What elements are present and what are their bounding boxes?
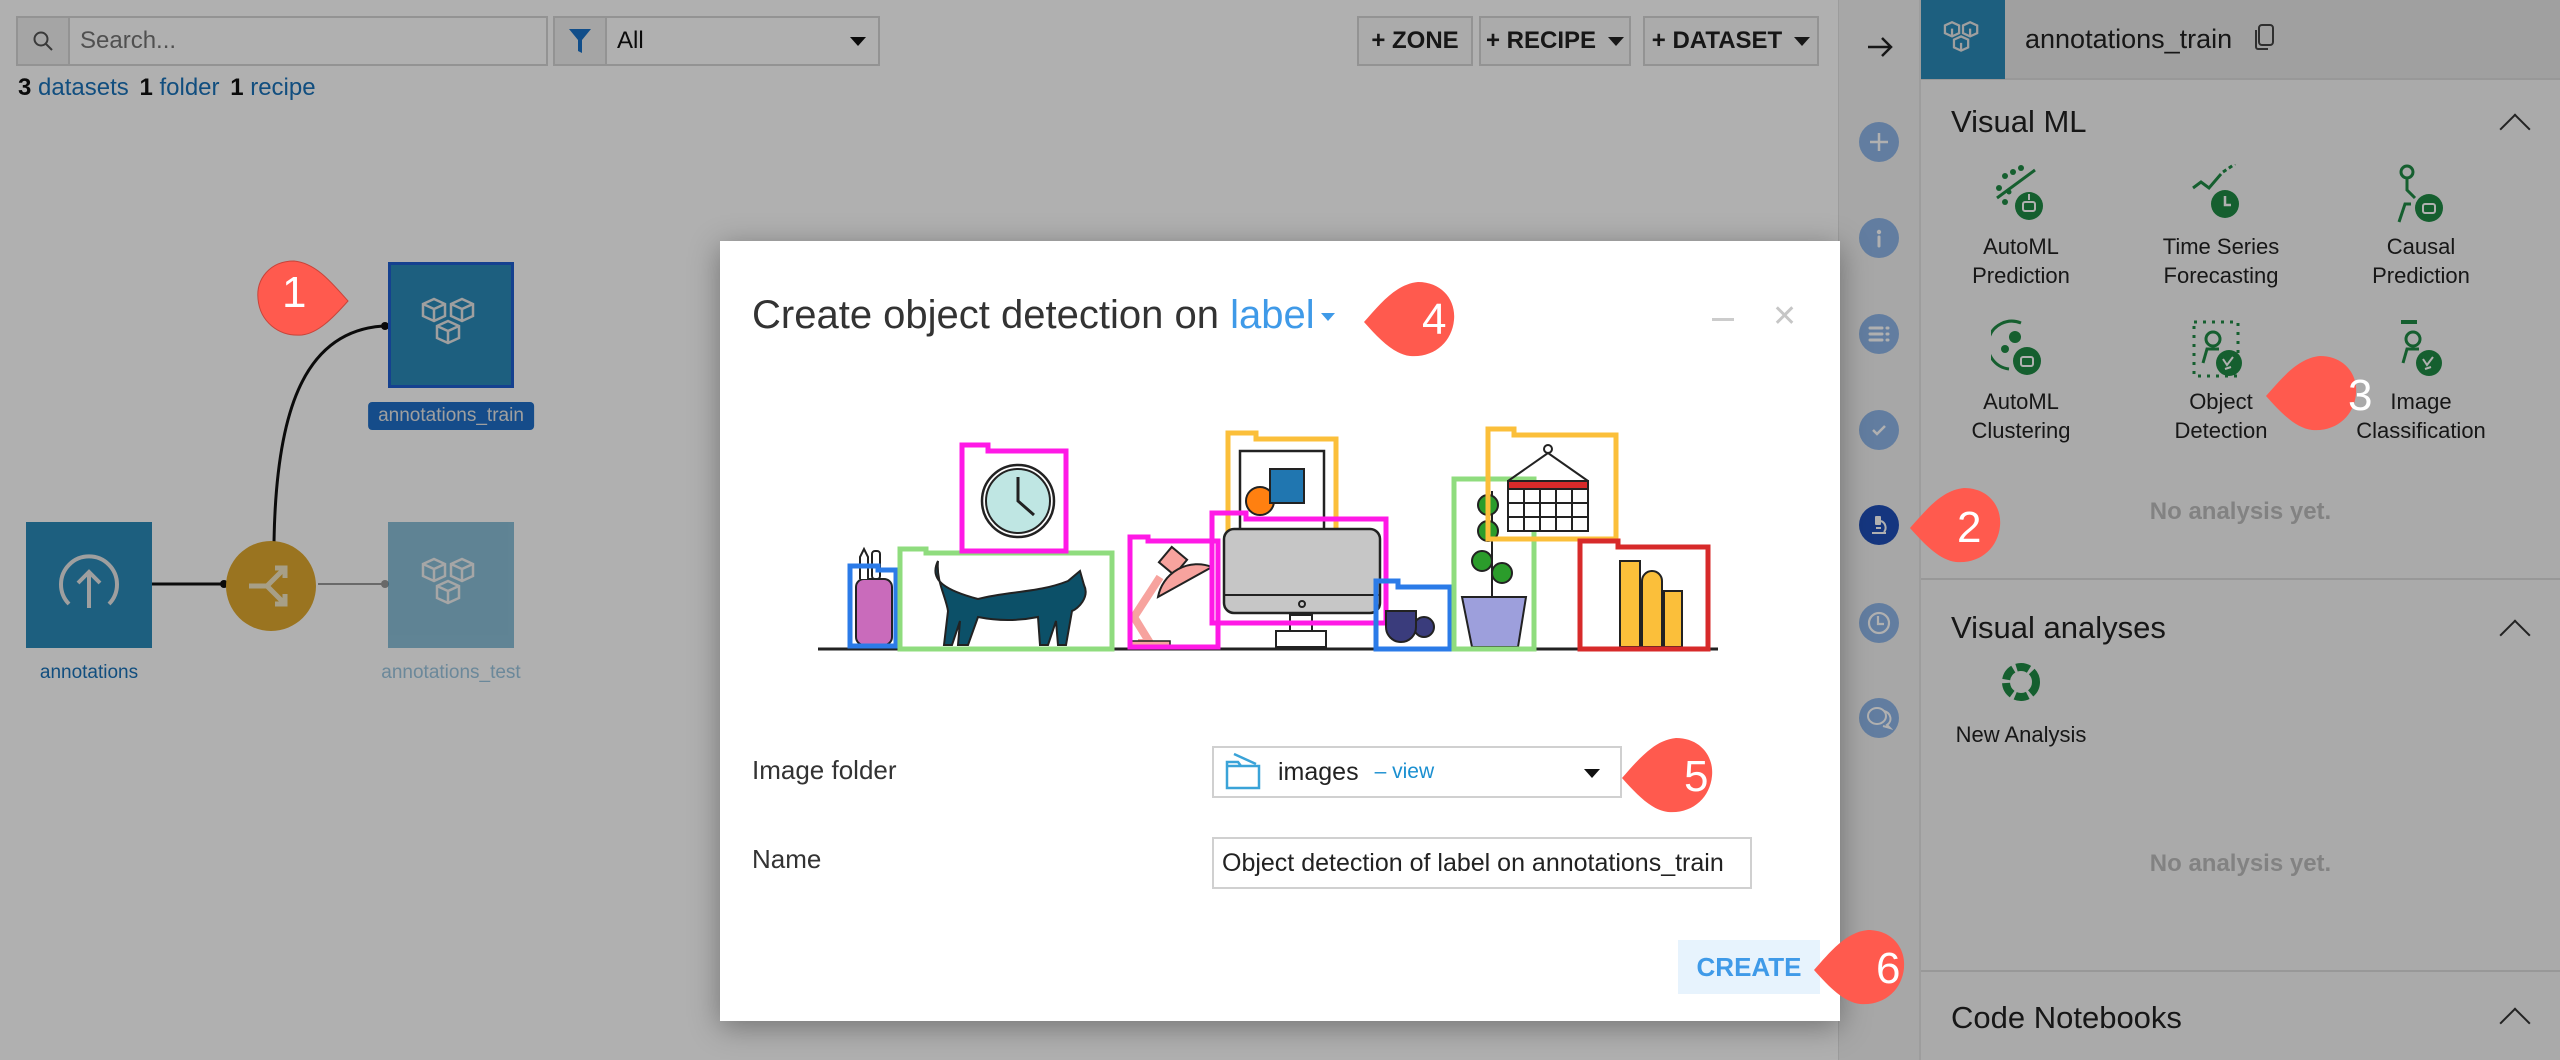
folder-icon bbox=[1225, 752, 1261, 790]
dialog-title-prefix: Create object detection on bbox=[752, 293, 1219, 337]
image-folder-select[interactable]: images – view bbox=[1212, 746, 1622, 798]
image-folder-value: images bbox=[1278, 757, 1359, 786]
callout-number-4: 4 bbox=[1422, 295, 1447, 344]
image-folder-label: Image folder bbox=[752, 755, 897, 785]
wall-clock bbox=[980, 463, 1056, 539]
callout-number-1: 1 bbox=[282, 268, 307, 317]
callout-number-3: 3 bbox=[2348, 371, 2373, 420]
pencil-cup bbox=[855, 546, 893, 646]
close-button[interactable]: ✕ bbox=[1772, 299, 1797, 334]
callout-number-5: 5 bbox=[1684, 752, 1709, 801]
dialog-title: Create object detection on label bbox=[752, 293, 1335, 338]
target-column-value: label bbox=[1230, 293, 1315, 337]
minimize-button[interactable] bbox=[1712, 318, 1734, 321]
wall-calendar bbox=[1507, 444, 1589, 532]
callout-marker-3 bbox=[2266, 356, 2357, 431]
create-button[interactable]: CREATE bbox=[1678, 940, 1820, 994]
callout-number-6: 6 bbox=[1876, 944, 1901, 993]
analysis-name-input[interactable] bbox=[1212, 837, 1752, 889]
coffee-mug bbox=[1385, 610, 1435, 643]
books bbox=[1619, 560, 1683, 648]
callout-marker-2 bbox=[1910, 488, 2001, 563]
target-column-select[interactable]: label bbox=[1230, 293, 1335, 337]
computer-monitor bbox=[1222, 527, 1382, 648]
app-root: All 3 datasets 1 folder 1 recipe + ZONE … bbox=[0, 0, 2560, 1060]
chevron-down-icon bbox=[1320, 313, 1335, 322]
create-object-detection-dialog: Create object detection on label ✕ Image… bbox=[720, 241, 1840, 1021]
name-label: Name bbox=[752, 844, 822, 874]
object-detection-illustration bbox=[818, 426, 1718, 652]
chevron-down-icon bbox=[1584, 769, 1600, 778]
callout-number-2: 2 bbox=[1957, 503, 1982, 552]
desk-lamp bbox=[1129, 545, 1215, 648]
view-folder-link[interactable]: – view bbox=[1375, 760, 1435, 784]
cat bbox=[934, 560, 1087, 646]
